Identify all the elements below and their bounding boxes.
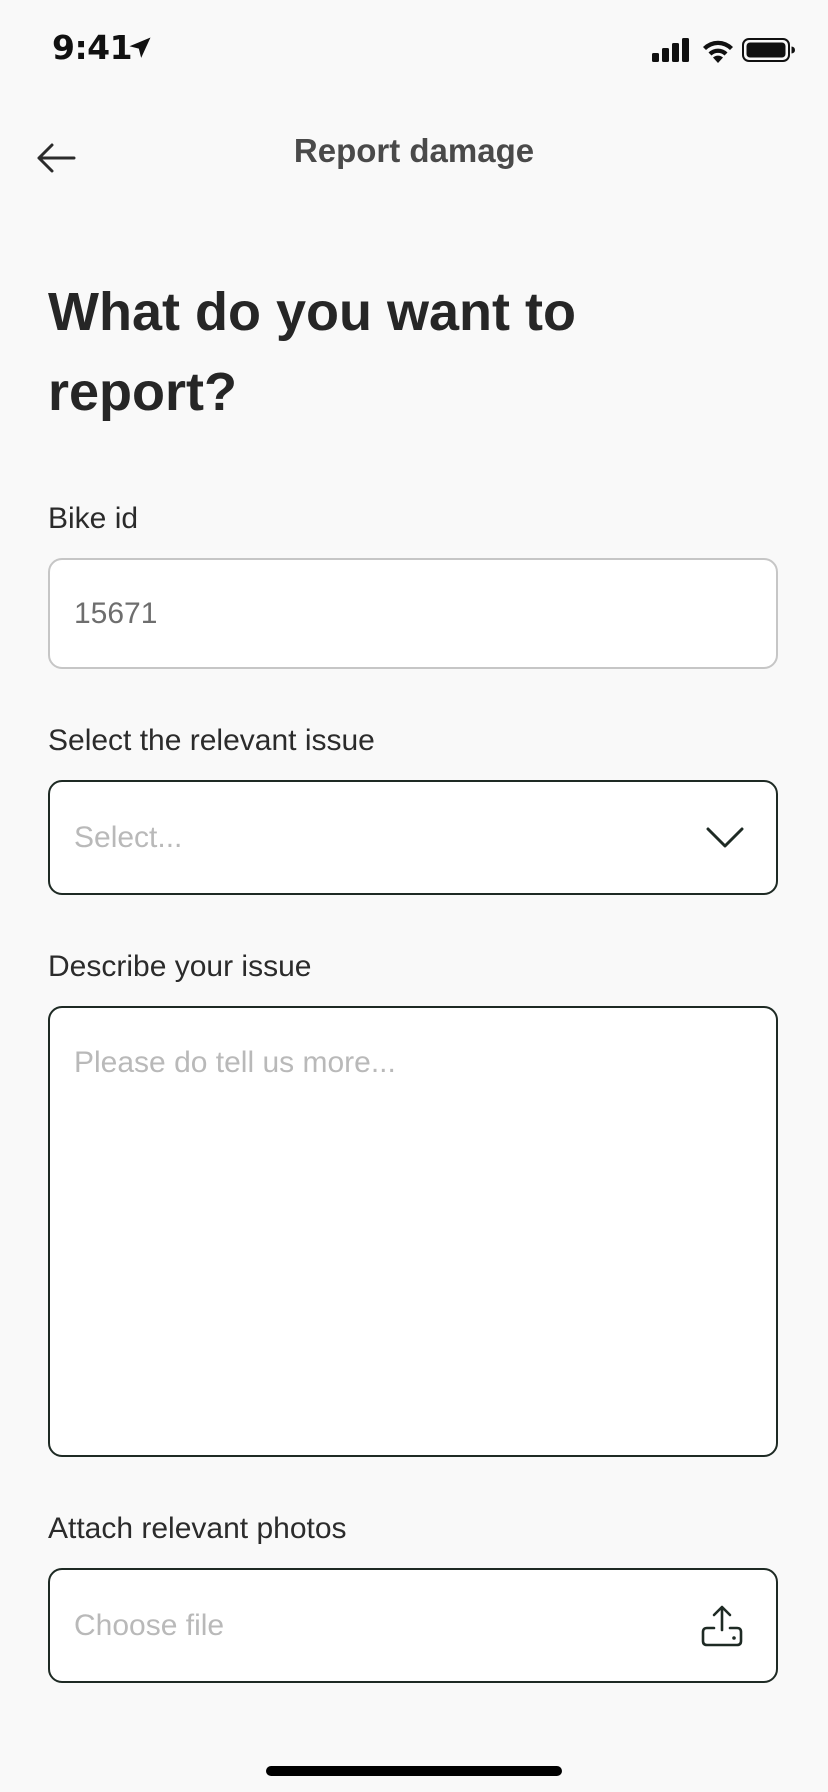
description-placeholder: Please do tell us more...	[74, 1046, 396, 1079]
home-indicator[interactable]	[266, 1766, 562, 1776]
status-bar: 9:41	[0, 0, 828, 100]
description-label: Describe your issue	[48, 950, 312, 983]
form-heading: What do you want to report?	[48, 282, 576, 422]
status-time: 9:41	[52, 28, 133, 67]
location-arrow-icon	[129, 37, 151, 58]
chevron-down-icon	[706, 827, 744, 849]
issue-select[interactable]: Select...	[48, 780, 778, 895]
battery-icon	[742, 38, 795, 62]
nav-bar: Report damage	[0, 110, 828, 200]
bike-id-field: 15671	[48, 558, 778, 669]
upload-icon[interactable]	[700, 1604, 744, 1648]
page-title: Report damage	[293, 132, 535, 169]
description-textarea[interactable]: Please do tell us more...	[48, 1006, 778, 1457]
wifi-icon	[703, 40, 733, 63]
issue-label: Select the relevant issue	[48, 724, 375, 757]
file-picker-placeholder: Choose file	[74, 1608, 225, 1642]
bike-id-value: 15671	[74, 596, 158, 630]
photos-label: Attach relevant photos	[48, 1512, 347, 1545]
cellular-signal-icon	[652, 38, 689, 62]
bike-id-label: Bike id	[48, 502, 139, 535]
issue-select-placeholder: Select...	[74, 820, 183, 854]
file-picker[interactable]: Choose file	[48, 1568, 778, 1683]
